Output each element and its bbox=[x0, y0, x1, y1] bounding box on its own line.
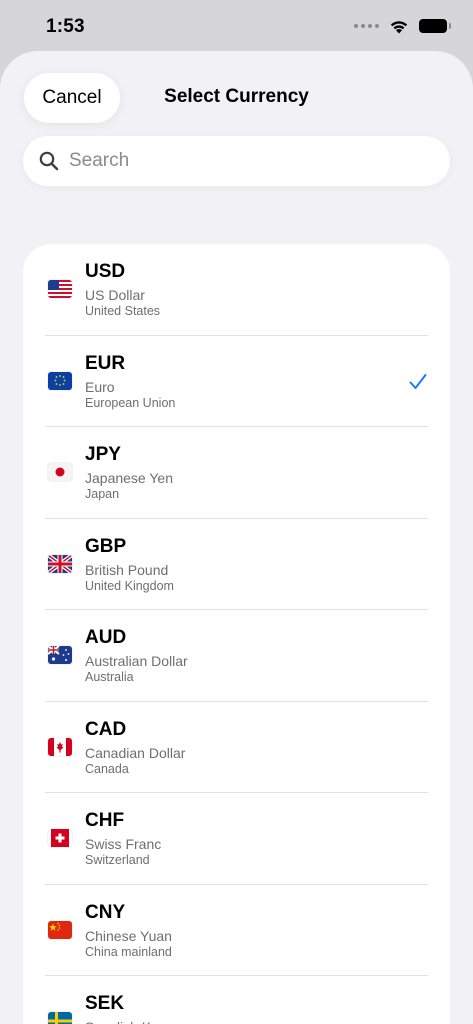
gb-flag-icon bbox=[48, 554, 72, 573]
currency-region: Japan bbox=[85, 487, 120, 501]
currency-row-chf[interactable]: CHF Swiss Franc Switzerland bbox=[45, 793, 428, 885]
currency-row-usd[interactable]: USD US Dollar United States bbox=[45, 244, 428, 336]
currency-name: Japanese Yen bbox=[85, 470, 173, 486]
currency-row-eur[interactable]: EUR Euro European Union bbox=[45, 336, 428, 427]
wifi-icon bbox=[390, 20, 408, 33]
currency-list: USD US Dollar United States EUR Euro European… bbox=[23, 244, 450, 1024]
cellular-signal-icon bbox=[354, 24, 379, 28]
currency-name: Swedish Krona bbox=[85, 1019, 179, 1024]
au-flag-icon bbox=[48, 646, 72, 664]
currency-region: Australia bbox=[85, 670, 134, 684]
checkmark-icon bbox=[408, 372, 428, 392]
navigation-bar: Cancel Select Currency bbox=[0, 73, 473, 125]
currency-region: United Kingdom bbox=[85, 578, 174, 593]
search-icon bbox=[39, 150, 61, 172]
currency-code: EUR bbox=[85, 352, 126, 374]
ch-flag-icon bbox=[48, 829, 72, 847]
currency-region: United States bbox=[85, 304, 161, 318]
currency-code: CAD bbox=[85, 718, 127, 740]
status-time: 1:53 bbox=[46, 16, 85, 37]
currency-name: Canadian Dollar bbox=[85, 744, 186, 761]
us-flag-icon bbox=[48, 280, 72, 298]
currency-code: JPY bbox=[85, 444, 121, 465]
currency-region: European Union bbox=[85, 395, 176, 410]
currency-region: Switzerland bbox=[85, 853, 150, 867]
currency-name: British Pound bbox=[85, 561, 169, 578]
currency-code: SEK bbox=[85, 993, 125, 1014]
currency-region: China mainland bbox=[85, 944, 172, 959]
ca-flag-icon bbox=[48, 737, 72, 756]
eu-flag-icon bbox=[48, 371, 72, 390]
search-bar[interactable] bbox=[23, 136, 450, 186]
currency-row-cny[interactable]: CNY Chinese Yuan China mainland bbox=[45, 885, 428, 976]
currency-name: Chinese Yuan bbox=[85, 927, 172, 944]
battery-icon bbox=[419, 19, 451, 33]
currency-region: Canada bbox=[85, 761, 129, 776]
currency-row-sek[interactable]: SEKSwedish KronaSweden bbox=[45, 976, 428, 1024]
page-title: Select Currency bbox=[164, 86, 309, 107]
currency-row-gbp[interactable]: GBP British Pound United Kingdom bbox=[45, 519, 428, 610]
jp-flag-icon bbox=[48, 463, 72, 481]
currency-name: Euro bbox=[85, 378, 115, 395]
se-flag-icon bbox=[48, 1012, 72, 1024]
currency-row-cad[interactable]: CAD Canadian Dollar Canada bbox=[45, 702, 428, 793]
status-icons bbox=[354, 19, 451, 34]
currency-row-jpy[interactable]: JPY Japanese Yen Japan bbox=[45, 427, 428, 519]
currency-picker-sheet: Cancel Select Currency USDUS DollarUnite… bbox=[0, 51, 473, 1024]
currency-code: GBP bbox=[85, 535, 127, 557]
currency-name: Australian Dollar bbox=[85, 653, 188, 669]
currency-name: US Dollar bbox=[85, 287, 145, 303]
currency-code: AUD bbox=[85, 627, 127, 648]
status-bar: 1:53 bbox=[0, 0, 473, 52]
currency-code: CHF bbox=[85, 810, 125, 831]
currency-code: CNY bbox=[85, 901, 126, 923]
currency-code: USD bbox=[85, 261, 126, 282]
currency-name: Swiss Franc bbox=[85, 836, 162, 852]
cn-flag-icon bbox=[48, 920, 72, 939]
currency-row-aud[interactable]: AUD Australian Dollar Australia bbox=[45, 610, 428, 702]
search-input[interactable] bbox=[69, 150, 429, 172]
